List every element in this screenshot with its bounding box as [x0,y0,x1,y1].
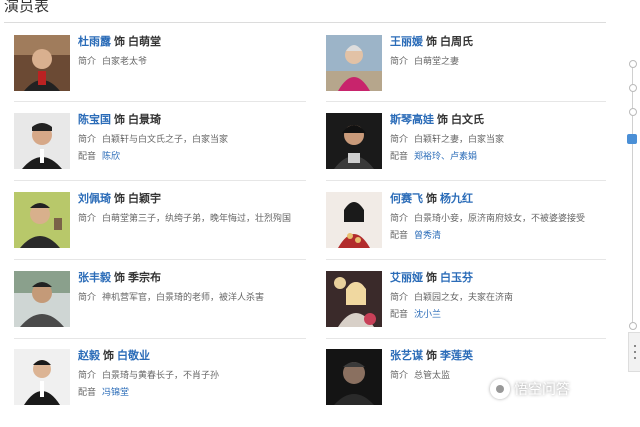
intro-text: 白萌堂第三子，纨绔子弟，晚年悔过，壮烈殉国 [102,214,292,224]
voice-label: 配音 [78,152,97,162]
voice-label: 配音 [390,231,409,241]
scroll-step-dot[interactable] [629,84,637,92]
as-label: 饰 [114,113,125,126]
intro-text: 白颖轩与白文氏之子，白家当家 [102,135,229,145]
intro-label: 简介 [390,214,409,224]
intro-label: 简介 [390,293,409,303]
row-divider [326,259,606,260]
intro-label: 简介 [390,371,409,381]
cast-card: 赵毅饰白敬业 简介 白景琦与黄春长子，不肖子孙 配音 冯锦堂 [14,349,306,427]
as-label: 饰 [426,192,437,205]
intro-text: 白家老太爷 [102,57,148,67]
scroll-step-dot[interactable] [629,108,637,116]
role-name: 白颖宇 [128,192,161,205]
row-divider [14,338,306,339]
voice-actor-link[interactable]: 陈欣 [102,152,120,162]
intro-text: 白景琦与黄春长子，不肖子孙 [102,371,220,381]
actor-name-link[interactable]: 陈宝国 [78,113,111,126]
actor-name-link[interactable]: 张丰毅 [78,271,111,284]
scroll-step-dot[interactable] [629,322,637,330]
title-divider [4,22,606,23]
actor-photo[interactable] [326,35,382,91]
scroll-step-dot[interactable] [629,60,637,68]
row-divider [14,180,306,181]
role-name-link[interactable]: 李莲英 [440,349,473,362]
voice-label: 配音 [390,310,409,320]
intro-label: 简介 [78,293,97,303]
role-name-link[interactable]: 白玉芬 [440,271,473,284]
actor-name-link[interactable]: 刘佩琦 [78,192,111,205]
voice-label: 配音 [390,152,409,162]
cast-card: 张艺谋饰李莲英 简介 总管太监 [326,349,618,427]
actor-name-link[interactable]: 王丽媛 [390,35,423,48]
actor-photo[interactable] [326,271,382,327]
actor-name-link[interactable]: 张艺谋 [390,349,423,362]
side-menu-handle[interactable] [628,332,640,372]
intro-label: 简介 [78,371,97,381]
intro-label: 简介 [78,214,97,224]
as-label: 饰 [426,349,437,362]
row-divider [14,101,306,102]
actor-photo[interactable] [14,349,70,405]
as-label: 饰 [114,35,125,48]
actor-photo[interactable] [14,35,70,91]
wukong-logo-icon [490,379,510,399]
intro-text: 白萌堂之妻 [414,57,460,67]
intro-label: 简介 [390,57,409,67]
intro-text: 白颖园之女，夫家在济南 [414,293,514,303]
actor-photo[interactable] [14,271,70,327]
row-divider [326,101,606,102]
row-divider [326,338,606,339]
actor-name-link[interactable]: 赵毅 [78,349,100,362]
scroll-thumb[interactable] [627,134,637,144]
voice-actor-link[interactable]: 郑裕玲、卢素娟 [414,152,477,162]
role-name-link[interactable]: 白敬业 [117,349,150,362]
voice-actor-link[interactable]: 沈小兰 [414,310,441,320]
row-divider [14,259,306,260]
as-label: 饰 [103,349,114,362]
actor-photo[interactable] [326,349,382,405]
actor-name-link[interactable]: 斯琴高娃 [390,113,434,126]
intro-text: 神机营军官，白景琦的老师，被洋人杀害 [102,293,265,303]
watermark: 悟空问答 [490,376,570,402]
intro-text: 白颖轩之妻，白家当家 [414,135,505,145]
voice-label: 配音 [78,388,97,398]
actor-name-link[interactable]: 杜雨露 [78,35,111,48]
as-label: 饰 [437,113,448,126]
actor-photo[interactable] [326,192,382,248]
scroll-track[interactable] [632,64,633,326]
role-name: 白周氏 [440,35,473,48]
row-divider [326,180,606,181]
intro-label: 简介 [78,57,97,67]
actor-photo[interactable] [14,113,70,169]
actor-name-link[interactable]: 艾丽娅 [390,271,423,284]
actor-photo[interactable] [14,192,70,248]
as-label: 饰 [114,271,125,284]
actor-name-link[interactable]: 何赛飞 [390,192,423,205]
role-name: 白萌堂 [128,35,161,48]
role-name: 季宗布 [128,271,161,284]
actor-photo[interactable] [326,113,382,169]
watermark-text: 悟空问答 [514,382,570,398]
intro-label: 简介 [78,135,97,145]
as-label: 饰 [426,35,437,48]
intro-text: 白景琦小妾，原济南府妓女，不被婆婆接受 [414,214,586,224]
section-title: 演员表 [4,0,50,15]
role-name: 白景琦 [128,113,161,126]
role-name: 白文氏 [451,113,484,126]
role-name-link[interactable]: 杨九红 [440,192,473,205]
voice-actor-link[interactable]: 曾秀清 [414,231,441,241]
as-label: 饰 [114,192,125,205]
voice-actor-link[interactable]: 冯锦堂 [102,388,129,398]
intro-label: 简介 [390,135,409,145]
as-label: 饰 [426,271,437,284]
intro-text: 总管太监 [414,371,451,381]
